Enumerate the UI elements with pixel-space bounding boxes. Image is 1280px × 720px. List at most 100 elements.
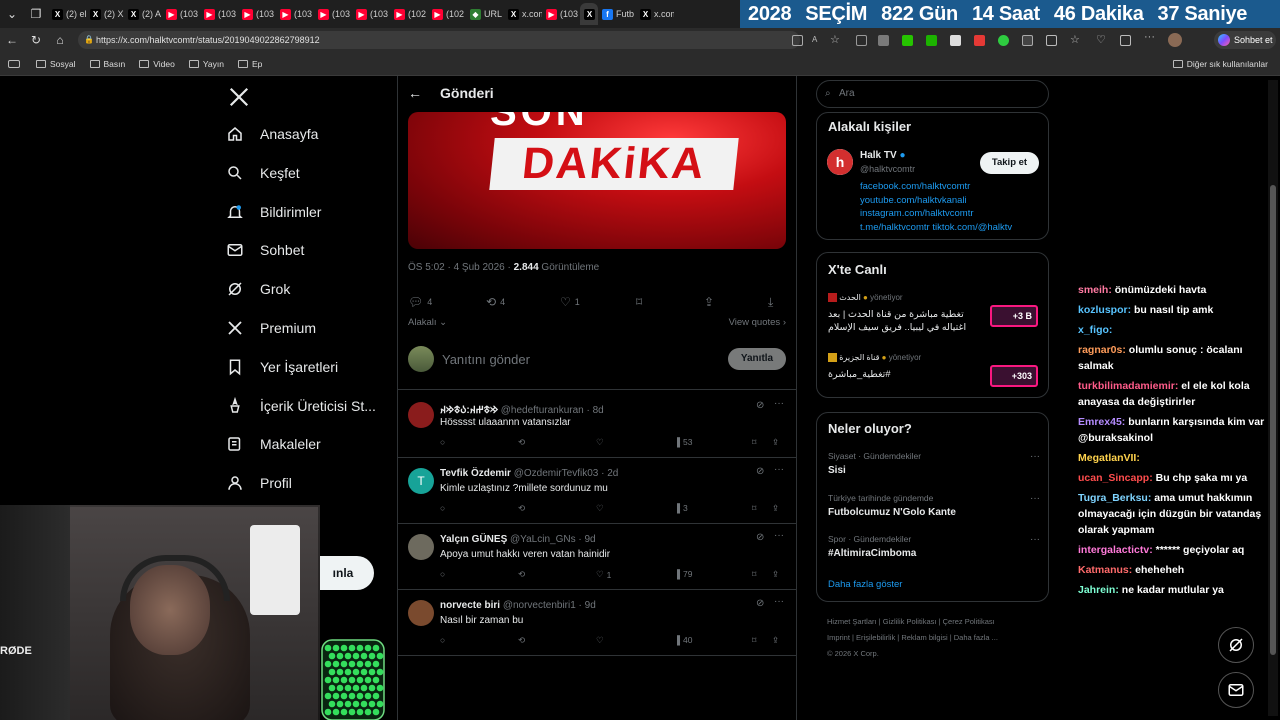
halktv-avatar[interactable]: h [827, 149, 853, 175]
browser-tab[interactable]: Xx.com [504, 3, 542, 25]
other-bookmarks-folder[interactable]: Diğer sık kullanılanlar [1172, 59, 1268, 69]
sidebar-item-keşfet[interactable]: Keşfet [226, 158, 300, 188]
collections-icon[interactable]: ♡ [1096, 33, 1107, 46]
bookmark-icon[interactable]: ⌑ [752, 503, 756, 514]
related-link[interactable]: youtube.com/halktvkanali [860, 194, 1012, 208]
chat-username[interactable]: kozluspor: [1078, 304, 1131, 316]
tab-actions-icon[interactable]: ⌄ [0, 2, 24, 26]
browser-tab[interactable]: ▶ (103 [352, 3, 390, 25]
follow-button[interactable]: Takip et [980, 152, 1039, 174]
chat-username[interactable]: turkbilimadamiemir: [1078, 380, 1178, 392]
bookmark-folder[interactable]: Ep [237, 59, 262, 69]
more-options-icon[interactable]: ··· [774, 530, 784, 541]
chat-username[interactable]: intergalactictv: [1078, 544, 1153, 556]
extension-icon[interactable] [902, 35, 913, 46]
like-action[interactable]: ♡ [596, 437, 607, 448]
home-icon[interactable]: ⌂ [48, 28, 72, 52]
more-options-icon[interactable]: ··· [774, 596, 784, 607]
footer-link[interactable]: Erişilebilirlik [856, 633, 895, 642]
live-item[interactable]: قناة الجزيرة ● yönetiyor #تغطية_مباشرة +30… [828, 353, 1040, 387]
back-icon[interactable]: ← [0, 28, 24, 52]
browser-tab[interactable]: ◆ URL [466, 3, 504, 25]
post-media-image[interactable]: SON DAKiKA [408, 112, 786, 249]
reply-avatar[interactable] [408, 534, 434, 560]
url-input[interactable]: 🔒 https://x.com/halktvcomtr/status/20190… [78, 31, 800, 49]
reply-item[interactable]: norvecte biri @norvectenbiri1 · 9d ⊘ ··· Na… [398, 590, 796, 656]
grok-float-button[interactable] [1218, 627, 1254, 663]
back-arrow-icon[interactable]: ← [398, 85, 432, 101]
views-action[interactable]: ▐ 3 [674, 503, 688, 513]
bookmark-menu-icon[interactable] [8, 59, 20, 68]
trend-item[interactable]: Türkiye tarihinde gündemde Futbolcumuz N'… [828, 493, 1040, 518]
browser-tab[interactable]: Xx.com [636, 3, 674, 25]
browser-tab[interactable]: ▶ (103 [238, 3, 276, 25]
repost-action[interactable]: ⟲ [518, 437, 528, 448]
download-icon[interactable]: ⤓ [768, 295, 773, 310]
more-icon[interactable]: ··· [1144, 31, 1155, 43]
bookmark-icon[interactable]: ⌑ [636, 295, 642, 309]
like-action[interactable]: ♡ 1 [596, 569, 611, 580]
browser-tab[interactable]: ▶ (103 [276, 3, 314, 25]
like-action[interactable]: ♡ 1 [560, 295, 580, 309]
repost-action[interactable]: ⟲ 4 [486, 295, 505, 309]
browser-tab[interactable]: ▶ (102 [390, 3, 428, 25]
reply-submit-button[interactable]: Yanıtla [728, 348, 786, 370]
sidebar-item-anasayfa[interactable]: Anasayfa [226, 119, 318, 149]
browser-tab[interactable]: X (2) X [86, 3, 124, 25]
like-action[interactable]: ♡ [596, 503, 607, 514]
post-views-label[interactable]: Görüntüleme [539, 262, 599, 273]
browser-tab[interactable]: ▶ (103 [162, 3, 200, 25]
sidebar-item-profil[interactable]: Profil [226, 468, 292, 498]
apps-icon[interactable] [792, 35, 803, 46]
sidebar-item-sohbet[interactable]: Sohbet [226, 235, 304, 265]
repost-action[interactable]: ⟲ [518, 503, 528, 514]
chat-username[interactable]: Emrex45: [1078, 416, 1125, 428]
extension-icon[interactable] [878, 35, 889, 46]
reply-input[interactable]: Yanıtını gönder [442, 352, 530, 367]
browser-tab[interactable]: X [580, 3, 598, 25]
footer-link[interactable]: Imprint [827, 633, 850, 642]
footer-link[interactable]: Hizmet Şartları [827, 617, 877, 626]
more-options-icon[interactable]: ··· [1030, 451, 1040, 462]
refresh-icon[interactable]: ↻ [24, 28, 48, 52]
downloads-icon[interactable] [1120, 35, 1131, 46]
chat-username[interactable]: ragnar0s: [1078, 344, 1126, 356]
browser-tab[interactable]: ▶ (103 [542, 3, 580, 25]
grok-icon[interactable]: ⊘ [756, 466, 764, 477]
browser-tab[interactable]: X (2) A [124, 3, 162, 25]
more-options-icon[interactable]: ··· [1030, 493, 1040, 504]
reply-action[interactable]: ○ [440, 503, 448, 513]
favorites-icon[interactable]: ☆ [1070, 33, 1081, 46]
reply-action[interactable]: ○ [440, 569, 448, 579]
like-action[interactable]: ♡ [596, 635, 607, 646]
chat-username[interactable]: Tugra_Berksu: [1078, 492, 1151, 504]
extension-icon[interactable] [1022, 35, 1033, 46]
chat-username[interactable]: x_figo: [1078, 324, 1112, 336]
sidebar-item-grok[interactable]: Grok [226, 274, 290, 304]
chat-username[interactable]: ucan_Sincapp: [1078, 472, 1153, 484]
reply-item[interactable]: 𐰢𐱃𐰔𐰴:𐰉𐱃𐰢𐰴 @hedefturankuran · 8d ⊘ ··· Hösss… [398, 392, 796, 458]
bookmark-icon[interactable]: ⌑ [752, 437, 756, 448]
extension-icon[interactable] [974, 35, 985, 46]
show-more-link[interactable]: Daha fazla göster [828, 579, 902, 590]
repost-action[interactable]: ⟲ [518, 635, 528, 646]
repost-action[interactable]: ⟲ [518, 569, 528, 580]
grok-icon[interactable]: ⊘ [756, 532, 764, 543]
reply-author[interactable]: Tevfik Özdemir @OzdemirTevfik03 · 2d [440, 468, 618, 479]
bookmark-icon[interactable]: ⌑ [752, 569, 756, 580]
sidebar-item-premium[interactable]: Premium [226, 313, 316, 343]
copilot-button[interactable]: Sohbet et [1214, 31, 1276, 49]
bookmark-folder[interactable]: Video [139, 59, 175, 69]
bookmark-folder[interactable]: Basın [89, 59, 125, 69]
bookmark-icon[interactable]: ⌑ [752, 635, 756, 646]
reply-action[interactable]: ○ [440, 437, 448, 447]
view-quotes-link[interactable]: View quotes › [729, 317, 786, 328]
reply-action[interactable]: 💬︎ 4 [408, 295, 432, 309]
sort-dropdown[interactable]: Alakalı ⌄ [408, 317, 447, 328]
browser-tab[interactable]: ▶ (103 [200, 3, 238, 25]
reply-avatar[interactable] [408, 402, 434, 428]
sidebar-item-i-çerik-üreticisi-st-[interactable]: İçerik Üreticisi St... [226, 391, 376, 421]
read-aloud-icon[interactable]: A [812, 35, 823, 46]
browser-tab[interactable]: X (2) el [48, 3, 86, 25]
live-item[interactable]: الحدث ● yönetiyor تغطية مباشرة من قناة ال… [828, 293, 1040, 334]
